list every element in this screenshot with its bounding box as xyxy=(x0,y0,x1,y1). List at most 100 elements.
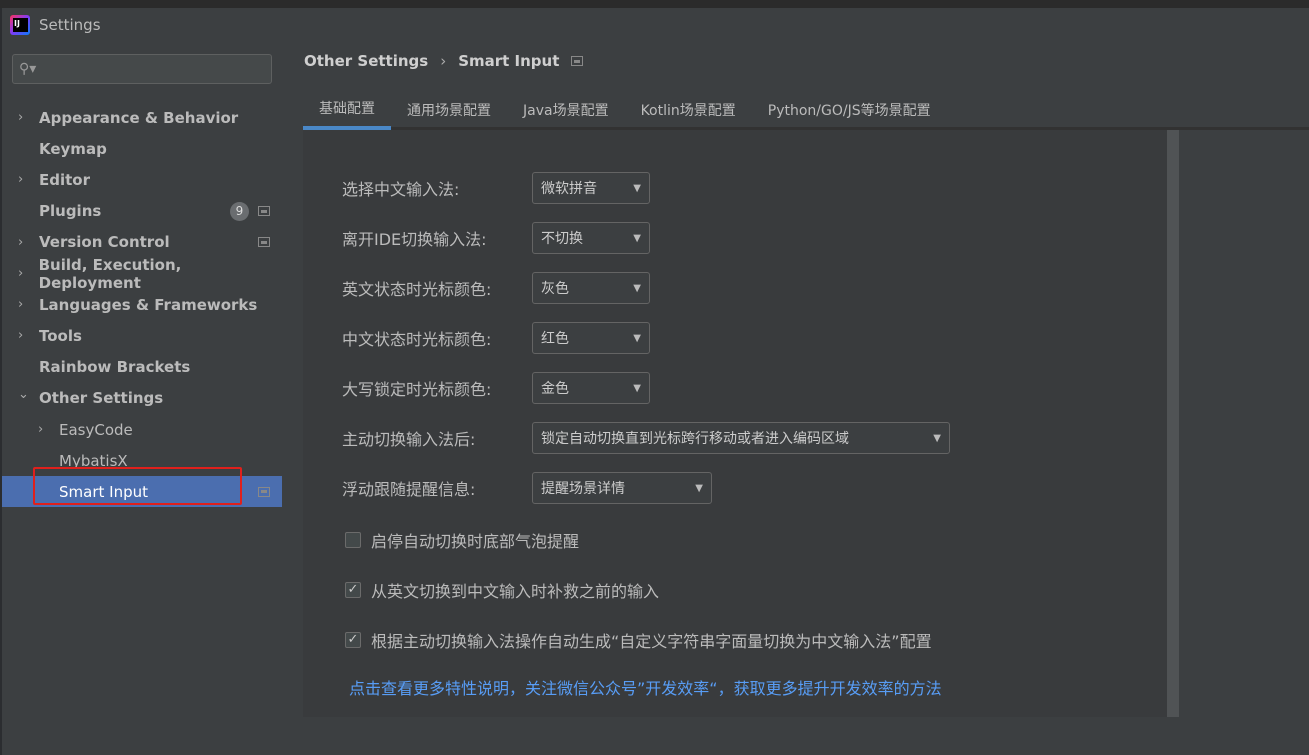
settings-sidebar: ⚲▾ › Appearance & Behavior Keymap › Editor Pl… xyxy=(2,42,282,755)
settings-content: Other Settings › Smart Input 基础配置 通用场景配置 J… xyxy=(282,42,1309,755)
sidebar-item-editor[interactable]: › Editor xyxy=(2,164,282,195)
window-title: Settings xyxy=(39,16,101,34)
sidebar-item-label: Tools xyxy=(39,326,82,345)
search-input[interactable]: ⚲▾ xyxy=(12,54,272,84)
form-row: 英文状态时光标颜色: 灰色 ▼ xyxy=(342,272,650,304)
breadcrumb-parent[interactable]: Other Settings xyxy=(304,52,428,70)
checkbox-row[interactable]: 启停自动切换时底部气泡提醒 xyxy=(345,528,579,552)
sidebar-item-label: Build, Execution, Deployment xyxy=(38,255,182,292)
field-label: 选择中文输入法: xyxy=(342,180,460,199)
dropdown-arrow-icon: ▼ xyxy=(633,182,641,194)
option-dropdown[interactable]: 红色 ▼ xyxy=(532,322,650,354)
sidebar-item-tools[interactable]: › Tools xyxy=(2,320,282,351)
option-dropdown[interactable]: 锁定自动切换直到光标跨行移动或者进入编码区域 ▼ xyxy=(532,422,950,454)
form-row: 浮动跟随提醒信息: 提醒场景详情 ▼ xyxy=(342,472,712,504)
sidebar-item-label: Keymap xyxy=(39,139,107,158)
sidebar-item-label: EasyCode xyxy=(59,420,133,439)
chevron-right-icon[interactable]: › xyxy=(18,266,32,281)
project-scope-icon xyxy=(258,206,270,217)
dropdown-arrow-icon: ▼ xyxy=(633,382,641,394)
sidebar-item-label: Version Control xyxy=(39,233,170,252)
highlight-box xyxy=(33,467,242,505)
checkbox-label: 启停自动切换时底部气泡提醒 xyxy=(371,532,580,551)
sidebar-item-label: Languages & Frameworks xyxy=(39,295,258,314)
tab-3[interactable]: Kotlin场景配置 xyxy=(625,90,752,130)
dropdown-value: 灰色 xyxy=(541,281,569,297)
option-dropdown[interactable]: 灰色 ▼ xyxy=(532,272,650,304)
more-info-link[interactable]: 点击查看更多特性说明，关注微信公众号”开发效率“，获取更多提升开发效率的方法 xyxy=(349,675,942,699)
breadcrumb-separator-icon: › xyxy=(440,52,447,70)
form-row: 大写锁定时光标颜色: 金色 ▼ xyxy=(342,372,650,404)
form-row: 中文状态时光标颜色: 红色 ▼ xyxy=(342,322,650,354)
sidebar-item-label: Rainbow Brackets xyxy=(39,358,191,377)
chevron-down-icon[interactable]: ⌄ xyxy=(18,387,32,402)
sidebar-item-label: Editor xyxy=(39,170,90,189)
chevron-right-icon[interactable]: › xyxy=(18,297,32,312)
settings-dialog: Settings ⚲▾ › Appearance & Behavior Keymap… xyxy=(2,8,1309,755)
sidebar-item-plugins[interactable]: Plugins 9 xyxy=(2,196,282,227)
sidebar-item-label: Appearance & Behavior xyxy=(39,108,239,127)
dropdown-value: 不切换 xyxy=(541,231,583,247)
sidebar-item-appearance-behavior[interactable]: › Appearance & Behavior xyxy=(2,102,282,133)
form-row: 选择中文输入法: 微软拼音 ▼ xyxy=(342,172,650,204)
dropdown-arrow-icon: ▼ xyxy=(633,332,641,344)
checkbox-row[interactable]: ✓ 从英文切换到中文输入时补救之前的输入 xyxy=(345,578,659,602)
checkbox-label: 根据主动切换输入法操作自动生成“自定义字符串字面量切换为中文输入法”配置 xyxy=(371,632,932,651)
tab-0[interactable]: 基础配置 xyxy=(303,90,391,130)
chevron-right-icon[interactable]: › xyxy=(18,235,32,250)
checkbox[interactable]: ✓ xyxy=(345,582,361,598)
sidebar-item-other-settings[interactable]: ⌄ Other Settings xyxy=(2,383,282,414)
option-dropdown[interactable]: 不切换 ▼ xyxy=(532,222,650,254)
sidebar-item-label: Plugins xyxy=(39,202,102,221)
project-scope-icon xyxy=(571,56,584,66)
dropdown-value: 锁定自动切换直到光标跨行移动或者进入编码区域 xyxy=(541,431,849,447)
breadcrumb-current: Smart Input xyxy=(458,52,560,70)
form-row: 离开IDE切换输入法: 不切换 ▼ xyxy=(342,222,650,254)
dropdown-value: 微软拼音 xyxy=(541,181,597,197)
search-icon: ⚲▾ xyxy=(19,61,37,77)
project-scope-icon xyxy=(258,237,270,248)
chevron-right-icon[interactable]: › xyxy=(18,110,32,125)
dropdown-value: 金色 xyxy=(541,381,569,397)
field-label: 浮动跟随提醒信息: xyxy=(342,480,476,499)
checkbox-label: 从英文切换到中文输入时补救之前的输入 xyxy=(371,582,660,601)
chevron-right-icon[interactable]: › xyxy=(38,422,52,437)
option-dropdown[interactable]: 金色 ▼ xyxy=(532,372,650,404)
form-row: 主动切换输入法后: 锁定自动切换直到光标跨行移动或者进入编码区域 ▼ xyxy=(342,422,950,454)
checkbox[interactable] xyxy=(345,532,361,548)
sidebar-item-version-control[interactable]: › Version Control xyxy=(2,227,282,258)
checkbox-row[interactable]: ✓ 根据主动切换输入法操作自动生成“自定义字符串字面量切换为中文输入法”配置 xyxy=(345,628,932,652)
tab-4[interactable]: Python/GO/JS等场景配置 xyxy=(752,90,947,130)
sidebar-item-keymap[interactable]: Keymap xyxy=(2,133,282,164)
sidebar-item-languages-frameworks[interactable]: › Languages & Frameworks xyxy=(2,289,282,320)
basic-config-panel: 点击查看更多特性说明，关注微信公众号”开发效率“，获取更多提升开发效率的方法 选… xyxy=(303,130,1167,717)
field-label: 主动切换输入法后: xyxy=(342,430,476,449)
update-count-badge: 9 xyxy=(230,201,249,221)
field-label: 大写锁定时光标颜色: xyxy=(342,380,492,399)
dropdown-value: 提醒场景详情 xyxy=(541,481,625,497)
tab-bar: 基础配置 通用场景配置 Java场景配置 Kotlin场景配置 Python/GO/JS… xyxy=(303,90,1309,130)
option-dropdown[interactable]: 提醒场景详情 ▼ xyxy=(532,472,712,504)
chevron-right-icon[interactable]: › xyxy=(18,328,32,343)
background-app-strip xyxy=(0,0,1309,8)
breadcrumb: Other Settings › Smart Input xyxy=(304,52,584,70)
sidebar-item-build-execution-deployment[interactable]: › Build, Execution, Deployment xyxy=(2,255,282,292)
scrollbar[interactable] xyxy=(1167,130,1179,717)
chevron-right-icon[interactable]: › xyxy=(18,172,32,187)
field-label: 中文状态时光标颜色: xyxy=(342,330,492,349)
dropdown-arrow-icon: ▼ xyxy=(633,232,641,244)
dropdown-arrow-icon: ▼ xyxy=(933,432,941,444)
dropdown-arrow-icon: ▼ xyxy=(633,282,641,294)
field-label: 英文状态时光标颜色: xyxy=(342,280,492,299)
sidebar-item-easycode[interactable]: › EasyCode xyxy=(2,414,282,445)
checkbox[interactable]: ✓ xyxy=(345,632,361,648)
field-label: 离开IDE切换输入法: xyxy=(342,230,487,249)
tab-2[interactable]: Java场景配置 xyxy=(507,90,625,130)
dropdown-arrow-icon: ▼ xyxy=(695,482,703,494)
tab-1[interactable]: 通用场景配置 xyxy=(391,90,507,130)
option-dropdown[interactable]: 微软拼音 ▼ xyxy=(532,172,650,204)
intellij-logo-icon xyxy=(10,15,30,35)
project-scope-icon xyxy=(258,486,270,497)
sidebar-item-rainbow-brackets[interactable]: Rainbow Brackets xyxy=(2,352,282,383)
dropdown-value: 红色 xyxy=(541,331,569,347)
